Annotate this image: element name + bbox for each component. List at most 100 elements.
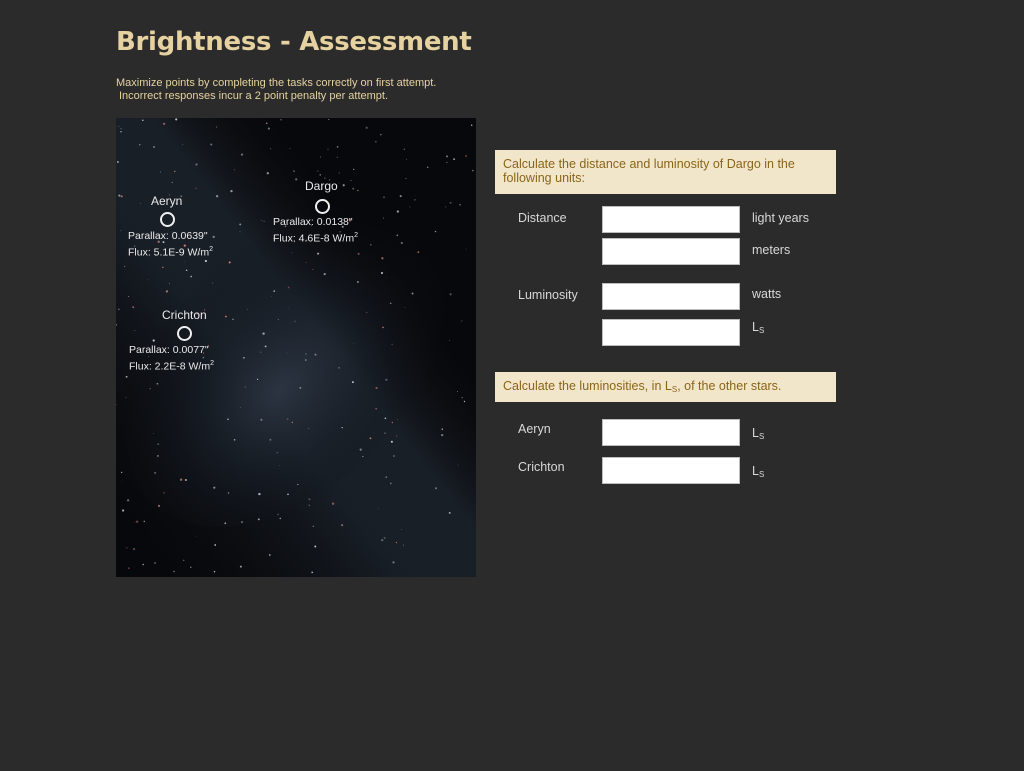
background-star [141,119,144,122]
background-star [233,169,236,171]
background-star [190,566,192,568]
background-star [228,261,231,264]
star-aeryn-marker[interactable] [160,212,175,227]
background-star [289,148,291,149]
background-star [377,508,379,509]
star-aeryn-flux-value: Flux: 5.1E-9 W/m [128,246,210,259]
background-star [287,286,290,289]
background-star [128,296,130,297]
background-star [375,386,378,390]
background-star [273,290,275,292]
background-star [121,481,122,482]
background-star [258,492,261,496]
background-star [384,432,386,435]
background-star [386,277,387,279]
background-star [449,201,452,204]
background-star [239,565,242,568]
background-star [409,206,411,208]
background-star [375,408,377,410]
background-star [184,261,185,263]
background-star [383,537,386,539]
background-star [403,148,406,151]
star-crichton-marker[interactable] [177,326,192,341]
background-star [204,259,208,263]
background-star [434,230,437,233]
background-star [336,156,338,158]
background-star [391,421,394,424]
background-star [212,282,213,284]
background-star [465,248,467,250]
background-star [120,230,122,232]
background-star [312,525,315,528]
background-star [269,438,272,441]
distance-meters-input[interactable] [602,238,740,265]
background-star [126,499,130,502]
background-star [241,521,243,524]
distance-light-years-input[interactable] [602,206,740,233]
background-star [357,252,360,255]
background-star [293,170,295,172]
background-star [270,148,272,150]
background-star [163,122,166,125]
background-star [445,155,449,158]
background-star [445,206,447,208]
background-star [196,536,197,537]
background-star [287,307,289,309]
instructions-line-1: Maximize points by completing the tasks … [116,77,437,89]
background-star [323,273,326,276]
crichton-luminosity-input[interactable] [602,457,740,484]
star-dargo-marker[interactable] [315,199,330,214]
background-star [357,189,359,192]
background-star [392,561,395,564]
background-star [183,559,185,561]
crichton-solar-unit: LS [752,464,764,479]
luminosity-solar-input[interactable] [602,319,740,346]
aeryn-luminosity-input[interactable] [602,419,740,446]
background-star [182,143,184,145]
background-star [140,202,142,205]
background-star [449,293,452,296]
background-star [385,476,387,478]
background-star [299,386,302,389]
background-star [280,118,282,121]
page-title: Brightness - Assessment [116,27,472,57]
background-star [268,554,271,556]
background-star [362,455,364,457]
solar-unit-letter: L [752,320,759,334]
star-field-image: Aeryn Parallax: 0.0639" Flux: 5.1E-9 W/m… [116,118,476,577]
background-star [317,252,320,255]
background-star [163,491,165,494]
background-star [174,170,176,173]
background-star [257,518,260,521]
star-crichton-flux-value: Flux: 2.2E-8 W/m [129,360,211,373]
meters-unit: meters [752,243,791,257]
background-star [457,464,459,466]
luminosity-watts-input[interactable] [602,283,740,310]
crichton-unit-letter: L [752,464,759,478]
background-star [470,124,473,126]
background-star [356,281,359,283]
background-star [214,544,217,546]
background-star [314,353,317,356]
background-star [385,378,388,381]
background-star [128,567,130,569]
background-star [244,386,247,388]
background-star [120,131,122,133]
instructions-line-2: Incorrect responses incur a 2 point pena… [119,90,389,102]
background-star [352,187,355,190]
background-star [353,343,355,344]
background-star [369,437,372,440]
background-star [381,538,384,542]
background-star [162,266,164,269]
solar-unit-sub: S [758,326,765,335]
background-star [435,487,437,490]
background-star [278,465,280,466]
background-star [286,352,288,354]
background-star [224,522,227,525]
star-dargo-flux: Flux: 4.6E-8 W/m2 [273,229,358,246]
crichton-unit-sub: S [758,470,765,479]
background-star [118,125,120,127]
background-star [276,452,278,454]
star-dargo-flux-value: Flux: 4.6E-8 W/m [273,232,355,245]
background-star [168,282,171,284]
